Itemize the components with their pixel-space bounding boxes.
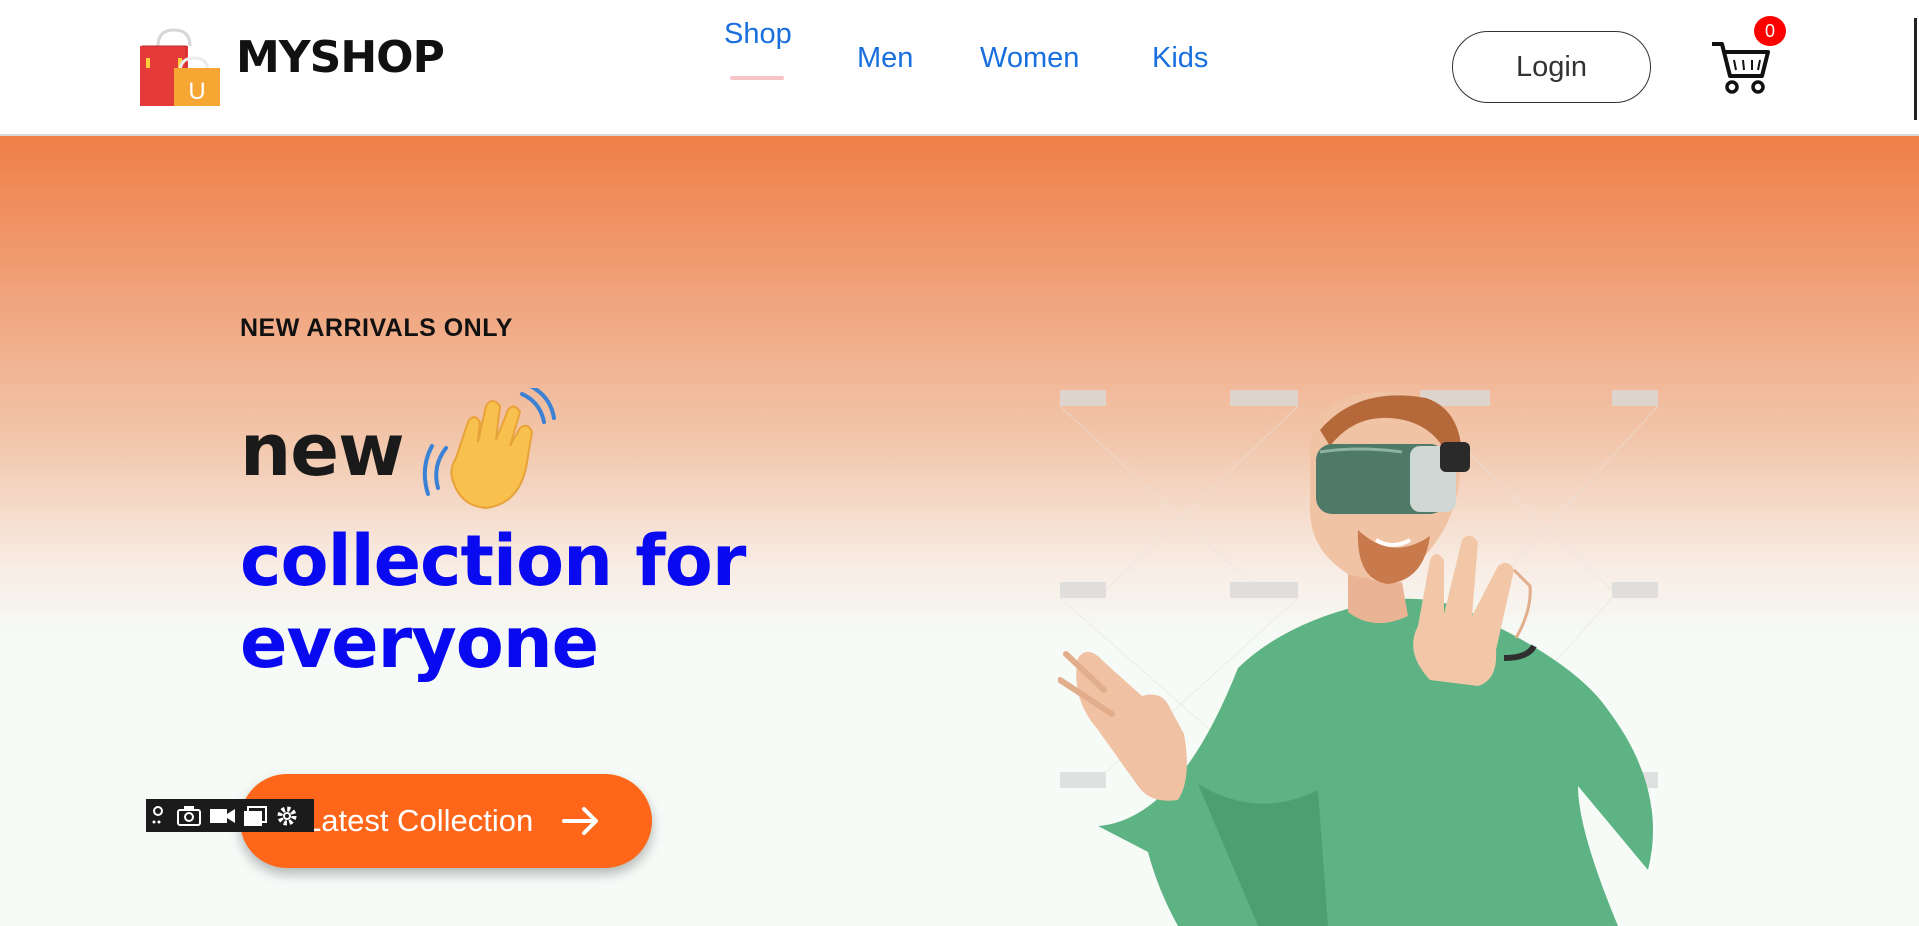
cart-icon[interactable] — [1710, 40, 1770, 94]
arrow-right-icon — [562, 807, 598, 835]
shopping-bags-icon: U — [140, 28, 220, 106]
nav-link-men[interactable]: Men — [857, 42, 913, 75]
extension-icon[interactable] — [150, 804, 170, 828]
hero-section: NEW ARRIVALS ONLY new collection for eve… — [0, 136, 1919, 926]
logo-letter: U — [188, 78, 205, 105]
nav-link-women[interactable]: Women — [980, 42, 1079, 75]
hero-eyebrow: NEW ARRIVALS ONLY — [240, 314, 513, 342]
window-capture-icon[interactable] — [242, 804, 268, 828]
video-camera-icon[interactable] — [208, 804, 236, 828]
brand-name: MYSHOP — [236, 32, 445, 83]
scrollbar[interactable] — [1914, 18, 1917, 120]
nav-link-shop[interactable]: Shop — [724, 18, 792, 51]
nav-link-kids[interactable]: Kids — [1152, 42, 1208, 75]
navbar: U MYSHOP Shop Men Women Kids Login 0 — [0, 0, 1919, 136]
waving-hand-icon — [422, 388, 556, 510]
vr-headset-man-image — [1058, 390, 1659, 926]
cta-label: Latest Collection — [304, 803, 534, 838]
hero-title-new: new — [240, 408, 405, 492]
cart-count-badge: 0 — [1754, 16, 1786, 46]
settings-gear-icon[interactable] — [274, 804, 300, 828]
floating-capture-toolbar — [146, 799, 314, 832]
camera-icon[interactable] — [176, 804, 202, 828]
brand-logo[interactable]: U MYSHOP — [136, 28, 445, 108]
hero-title-collection: collection for everyone — [240, 520, 746, 684]
login-button[interactable]: Login — [1452, 31, 1651, 103]
active-nav-indicator — [730, 76, 784, 80]
